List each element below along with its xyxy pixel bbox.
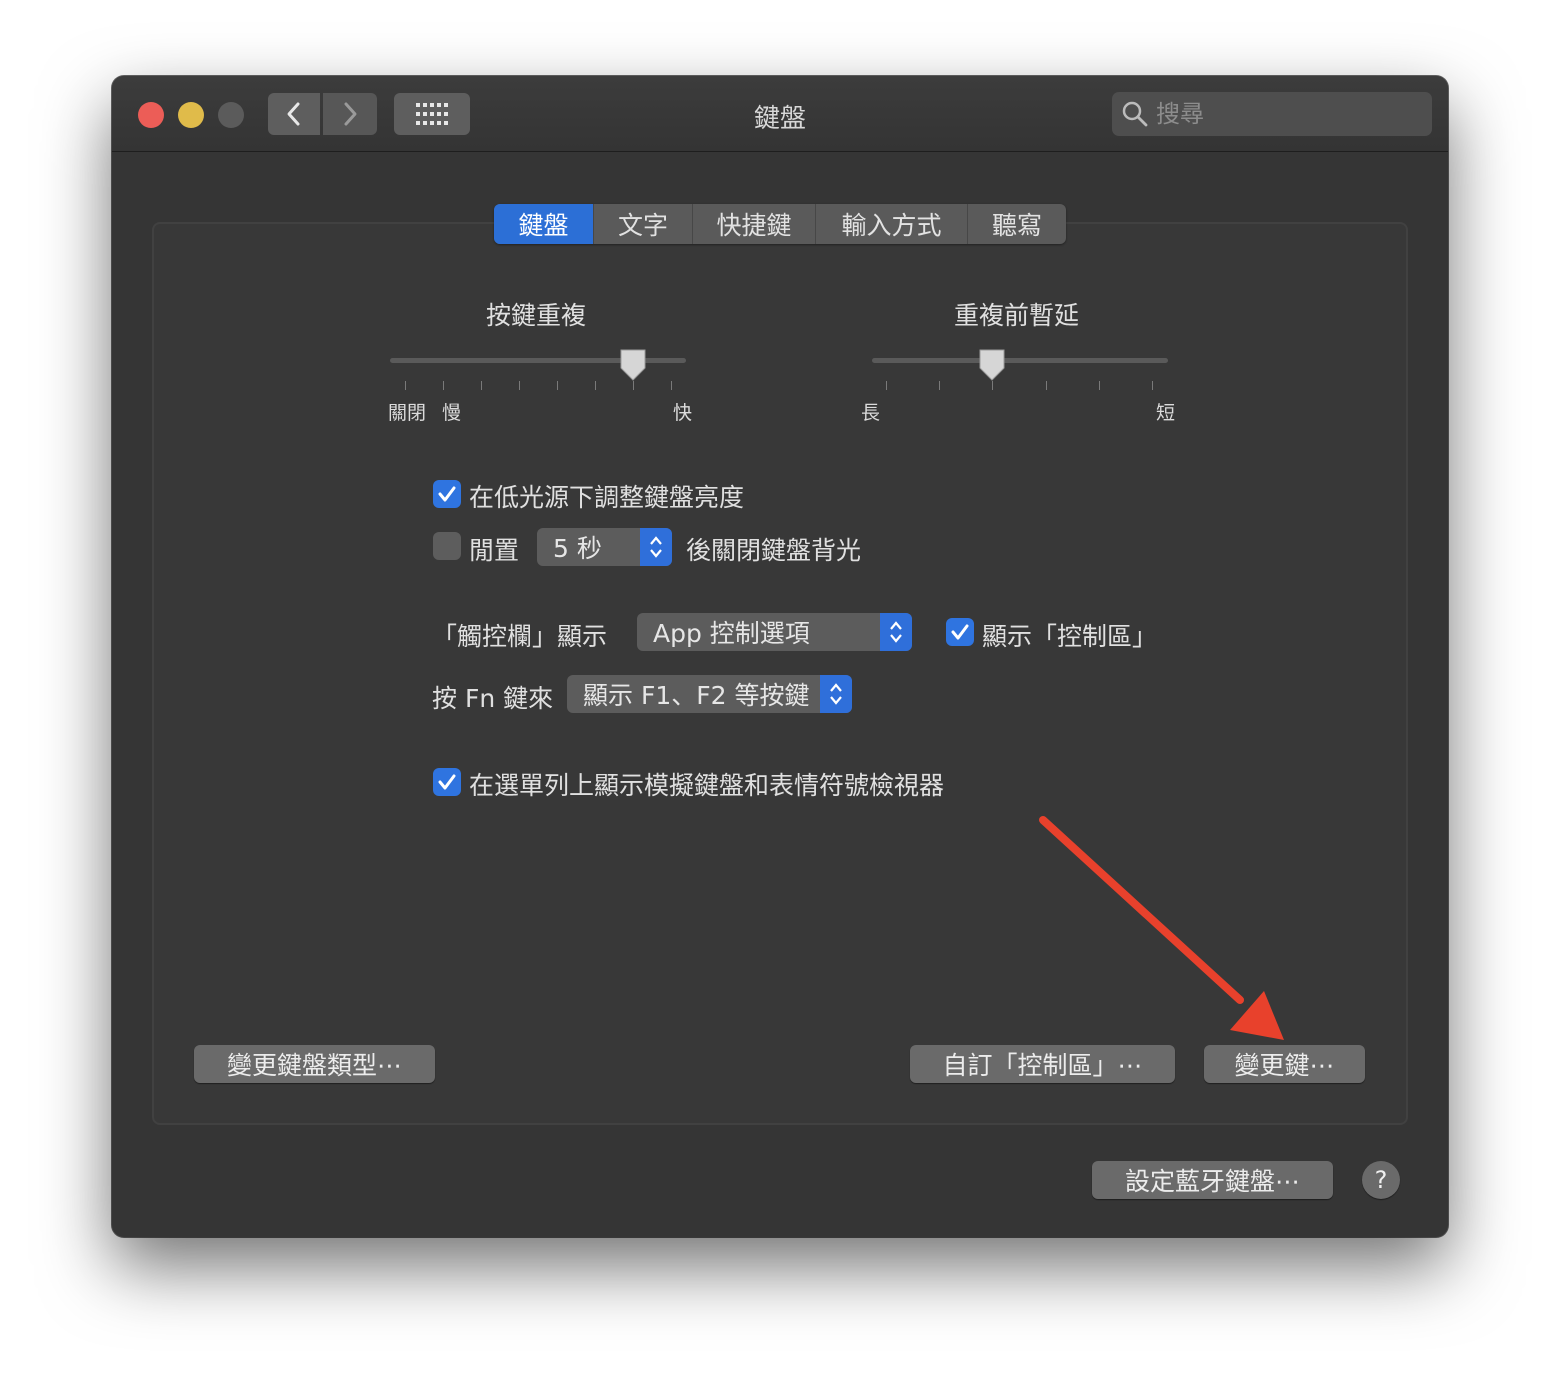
title-bar: 鍵盤 [112, 76, 1448, 152]
tab-text[interactable]: 文字 [594, 204, 693, 244]
tick [557, 381, 558, 390]
tab-dictation[interactable]: 聽寫 [968, 204, 1066, 244]
repeat-delay-short-label: 短 [1156, 402, 1176, 424]
fn-key-value: 顯示 F1、F2 等按鍵 [583, 681, 810, 710]
keyboard-panel [152, 222, 1408, 1125]
idle-after-label: 後關閉鍵盤背光 [686, 536, 862, 565]
tick [939, 381, 940, 390]
key-repeat-thumb[interactable] [618, 348, 648, 382]
fn-key-popup[interactable]: 顯示 F1、F2 等按鍵 [567, 675, 852, 713]
adjust-brightness-checkbox[interactable] [433, 480, 461, 508]
tick [886, 381, 887, 390]
idle-label: 閒置 [469, 536, 520, 565]
preferences-window: 鍵盤 鍵盤 文字 快捷鍵 輸入方式 聽寫 按鍵重複 關閉 慢 快 重複前暫延 [112, 76, 1448, 1237]
tick [671, 381, 672, 390]
idle-time-popup[interactable]: 5 秒 [537, 528, 672, 566]
search-icon [1122, 101, 1148, 127]
setup-bluetooth-keyboard-button[interactable]: 設定藍牙鍵盤⋯ [1092, 1161, 1333, 1199]
idle-backlight-checkbox[interactable] [433, 532, 461, 560]
search-input[interactable] [1156, 100, 1416, 128]
tab-bar: 鍵盤 文字 快捷鍵 輸入方式 聽寫 [494, 204, 1066, 244]
search-field[interactable] [1112, 92, 1432, 136]
tab-input-sources[interactable]: 輸入方式 [816, 204, 968, 244]
modifier-keys-button[interactable]: 變更鍵⋯ [1204, 1045, 1365, 1083]
repeat-delay-thumb[interactable] [977, 348, 1007, 382]
tick [443, 381, 444, 390]
tick [992, 381, 993, 390]
tab-shortcuts[interactable]: 快捷鍵 [693, 204, 816, 244]
checkmark-icon [438, 774, 456, 790]
checkmark-icon [438, 486, 456, 502]
key-repeat-title: 按鍵重複 [486, 301, 587, 330]
updown-arrows-icon [640, 528, 672, 566]
touchbar-label: 「觸控欄」顯示 [432, 622, 608, 651]
help-button[interactable]: ? [1362, 1161, 1400, 1199]
touchbar-popup[interactable]: App 控制選項 [637, 613, 912, 651]
adjust-brightness-label: 在低光源下調整鍵盤亮度 [469, 483, 745, 512]
repeat-delay-track[interactable] [872, 358, 1168, 363]
tick [633, 381, 634, 390]
updown-arrows-icon [820, 675, 852, 713]
tick [1046, 381, 1047, 390]
show-viewer-label: 在選單列上顯示模擬鍵盤和表情符號檢視器 [469, 771, 945, 800]
fn-key-label: 按 Fn 鍵來 [432, 684, 554, 713]
show-control-strip-label: 顯示「控制區」 [982, 622, 1158, 651]
idle-time-value: 5 秒 [553, 534, 602, 563]
customize-control-strip-button[interactable]: 自訂「控制區」⋯ [910, 1045, 1175, 1083]
touchbar-value: App 控制選項 [653, 619, 810, 648]
tick [519, 381, 520, 390]
tick [481, 381, 482, 390]
checkmark-icon [951, 624, 969, 640]
repeat-delay-title: 重複前暫延 [954, 301, 1080, 330]
tick [1099, 381, 1100, 390]
key-repeat-off-label: 關閉 [388, 402, 427, 424]
show-control-strip-checkbox[interactable] [946, 618, 974, 646]
updown-arrows-icon [880, 613, 912, 651]
tick [405, 381, 406, 390]
change-keyboard-type-button[interactable]: 變更鍵盤類型⋯ [194, 1045, 435, 1083]
tab-keyboard[interactable]: 鍵盤 [494, 204, 594, 244]
tick [595, 381, 596, 390]
tick [1152, 381, 1153, 390]
key-repeat-slow-label: 慢 [442, 402, 462, 424]
repeat-delay-long-label: 長 [861, 402, 881, 424]
show-viewer-checkbox[interactable] [433, 768, 461, 796]
key-repeat-fast-label: 快 [673, 402, 693, 424]
